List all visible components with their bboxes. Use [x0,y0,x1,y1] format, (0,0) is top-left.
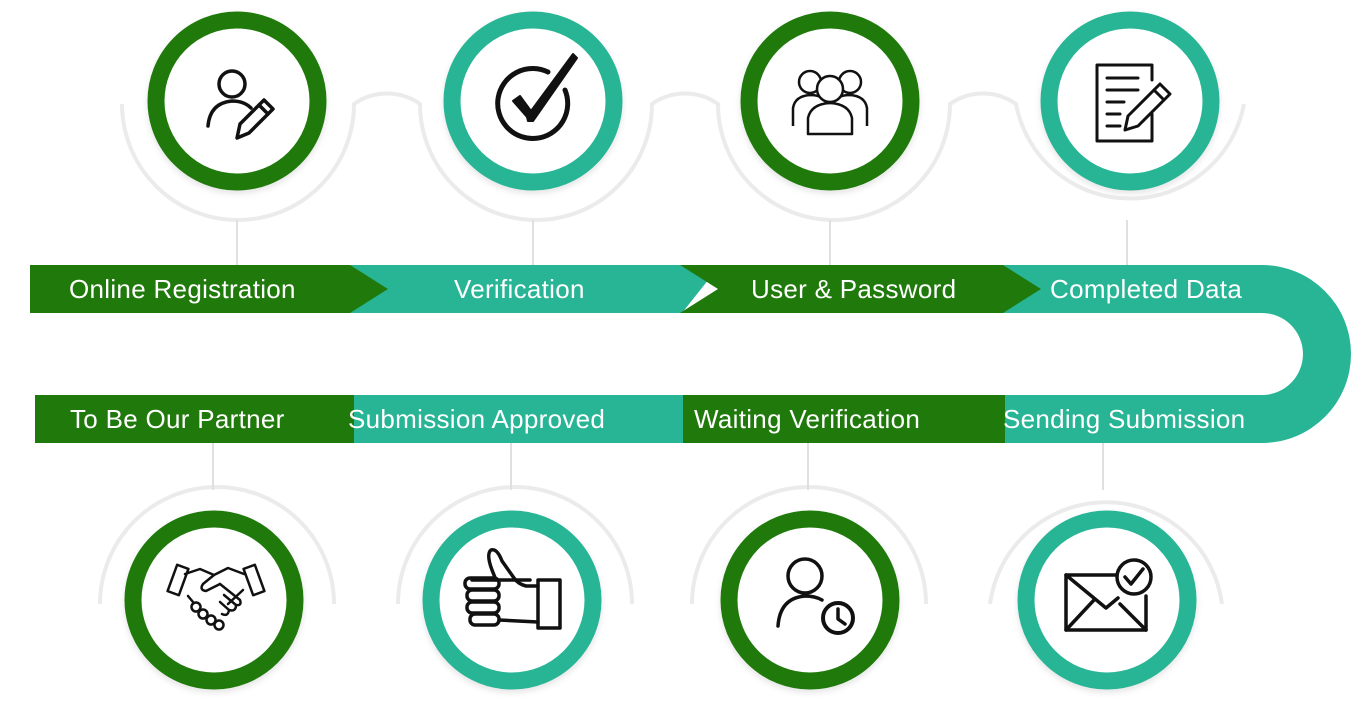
step-label-waiting-verification: Waiting Verification [694,404,921,434]
connectors-bottom [212,443,1104,490]
step-label-verification: Verification [454,274,585,304]
step-label-user-password: User & Password [751,274,957,304]
step-label-sending-submission: Sending Submission [1003,404,1246,434]
process-diagram [30,11,1351,693]
step-circle-waiting-verification [720,510,900,693]
step-circle-submission-approved [422,510,602,693]
ribbon-u-turn [1262,265,1351,443]
step-circle-verification [443,11,623,194]
step-circle-to-be-our-partner [124,510,304,693]
step-label-submission-approved: Submission Approved [348,404,606,434]
step-circle-sending-submission [1017,510,1197,693]
step-label-to-be-our-partner: To Be Our Partner [70,404,285,434]
step-circle-online-registration [147,11,327,194]
connectors-top [236,220,1128,265]
step-label-completed-data: Completed Data [1050,274,1243,304]
step-circle-completed-data [1040,11,1220,194]
step-label-online-registration: Online Registration [69,274,296,304]
